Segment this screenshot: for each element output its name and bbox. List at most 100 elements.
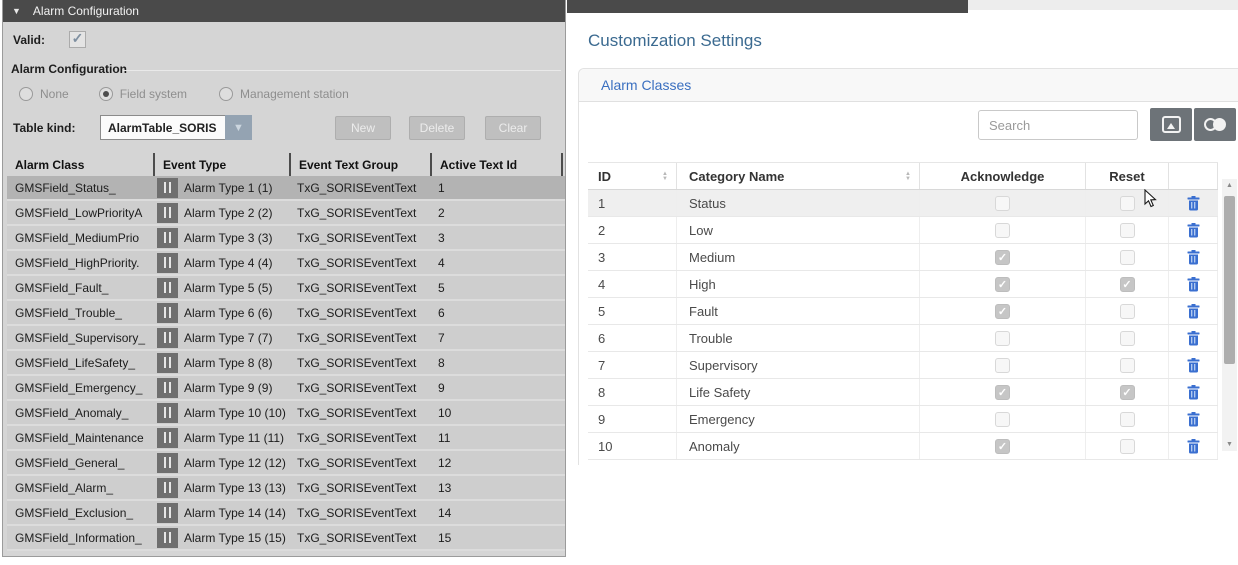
table-row[interactable]: 2 Low — [588, 217, 1218, 244]
reset-checkbox[interactable] — [1120, 385, 1135, 400]
edit-badge-icon[interactable] — [157, 253, 178, 273]
table-row[interactable]: GMSField_Supervisory_ Alarm Type 7 (7) T… — [7, 326, 565, 351]
edit-badge-icon[interactable] — [157, 503, 178, 523]
table-row[interactable]: GMSField_Status_ Alarm Type 1 (1) TxG_SO… — [7, 176, 565, 201]
table-row[interactable]: 10 Anomaly — [588, 433, 1218, 460]
search-input[interactable] — [978, 110, 1138, 140]
table-row[interactable]: 6 Trouble — [588, 325, 1218, 352]
column-header-alarm-class[interactable]: Alarm Class — [7, 153, 153, 176]
edit-badge-icon[interactable] — [157, 228, 178, 248]
radio-field-system[interactable]: Field system — [99, 87, 187, 101]
sort-icon[interactable]: ▲▼ — [662, 172, 668, 181]
sort-icon[interactable]: ▲▼ — [905, 172, 911, 181]
acknowledge-checkbox[interactable] — [995, 331, 1010, 346]
table-row[interactable]: 5 Fault — [588, 298, 1218, 325]
table-row[interactable]: GMSField_Emergency_ Alarm Type 9 (9) TxG… — [7, 376, 565, 401]
table-row[interactable]: GMSField_Information_ Alarm Type 15 (15)… — [7, 526, 565, 551]
delete-row-button[interactable] — [1185, 411, 1201, 427]
radio-none-circle[interactable] — [19, 87, 33, 101]
delete-row-button[interactable] — [1185, 303, 1201, 319]
column-header-active-text-id[interactable]: Active Text Id — [430, 153, 563, 176]
table-row[interactable]: GMSField_LowPriorityA Alarm Type 2 (2) T… — [7, 201, 565, 226]
column-header-acknowledge[interactable]: Acknowledge — [919, 163, 1085, 189]
radio-none[interactable]: None — [19, 87, 69, 101]
dropdown-arrow-button[interactable]: ▼ — [225, 115, 252, 140]
reset-checkbox[interactable] — [1120, 304, 1135, 319]
table-row[interactable]: GMSField_Trouble_ Alarm Type 6 (6) TxG_S… — [7, 301, 565, 326]
edit-badge-icon[interactable] — [157, 303, 178, 323]
acknowledge-checkbox[interactable] — [995, 439, 1010, 454]
radio-field-system-circle[interactable] — [99, 87, 113, 101]
edit-badge-icon[interactable] — [157, 353, 178, 373]
table-row[interactable]: GMSField_Maintenance Alarm Type 11 (11) … — [7, 426, 565, 451]
table-row[interactable]: GMSField_Exclusion_ Alarm Type 14 (14) T… — [7, 501, 565, 526]
reset-checkbox[interactable] — [1120, 277, 1135, 292]
delete-button[interactable]: Delete — [409, 116, 465, 140]
edit-badge-icon[interactable] — [157, 428, 178, 448]
column-header-event-type[interactable]: Event Type — [153, 153, 289, 176]
delete-row-button[interactable] — [1185, 330, 1201, 346]
toggle-view-button[interactable] — [1194, 108, 1236, 141]
scroll-down-icon[interactable]: ▼ — [1222, 441, 1237, 448]
table-row[interactable]: 3 Medium — [588, 244, 1218, 271]
table-row[interactable]: GMSField_General_ Alarm Type 12 (12) TxG… — [7, 451, 565, 476]
acknowledge-checkbox[interactable] — [995, 223, 1010, 238]
column-header-category-name[interactable]: Category Name ▲▼ — [676, 163, 919, 189]
delete-row-button[interactable] — [1185, 384, 1201, 400]
acknowledge-checkbox[interactable] — [995, 385, 1010, 400]
reset-checkbox[interactable] — [1120, 331, 1135, 346]
acknowledge-checkbox[interactable] — [995, 250, 1010, 265]
image-export-button[interactable] — [1150, 108, 1192, 141]
clear-button[interactable]: Clear — [485, 116, 541, 140]
delete-row-button[interactable] — [1185, 249, 1201, 265]
acknowledge-checkbox[interactable] — [995, 304, 1010, 319]
table-row[interactable]: GMSField_Anomaly_ Alarm Type 10 (10) TxG… — [7, 401, 565, 426]
delete-row-button[interactable] — [1185, 357, 1201, 373]
radio-management-station[interactable]: Management station — [219, 87, 349, 101]
acknowledge-checkbox[interactable] — [995, 412, 1010, 427]
edit-badge-icon[interactable] — [157, 378, 178, 398]
delete-row-button[interactable] — [1185, 438, 1201, 454]
edit-badge-icon[interactable] — [157, 328, 178, 348]
edit-badge-icon[interactable] — [157, 178, 178, 198]
edit-badge-icon[interactable] — [157, 478, 178, 498]
reset-checkbox[interactable] — [1120, 439, 1135, 454]
column-header-reset[interactable]: Reset — [1085, 163, 1168, 189]
edit-badge-icon[interactable] — [157, 528, 178, 548]
scrollbar-thumb[interactable] — [1224, 196, 1235, 364]
table-row[interactable]: GMSField_Alarm_ Alarm Type 13 (13) TxG_S… — [7, 476, 565, 501]
table-row[interactable]: 8 Life Safety — [588, 379, 1218, 406]
delete-row-button[interactable] — [1185, 222, 1201, 238]
table-row[interactable]: GMSField_Fault_ Alarm Type 5 (5) TxG_SOR… — [7, 276, 565, 301]
reset-checkbox[interactable] — [1120, 358, 1135, 373]
edit-badge-icon[interactable] — [157, 203, 178, 223]
acknowledge-checkbox[interactable] — [995, 277, 1010, 292]
table-row[interactable]: GMSField_HighPriority. Alarm Type 4 (4) … — [7, 251, 565, 276]
edit-badge-icon[interactable] — [157, 278, 178, 298]
valid-checkbox[interactable] — [69, 31, 86, 48]
vertical-scrollbar[interactable]: ▲ ▼ — [1222, 179, 1237, 451]
table-row[interactable]: 7 Supervisory — [588, 352, 1218, 379]
table-row[interactable]: 9 Emergency — [588, 406, 1218, 433]
reset-checkbox[interactable] — [1120, 223, 1135, 238]
column-header-event-text-group[interactable]: Event Text Group — [289, 153, 430, 176]
delete-row-button[interactable] — [1185, 276, 1201, 292]
table-kind-dropdown[interactable]: AlarmTable_SORIS — [100, 115, 225, 140]
new-button[interactable]: New — [335, 116, 391, 140]
scroll-up-icon[interactable]: ▲ — [1222, 182, 1237, 189]
collapse-icon[interactable]: ▼ — [12, 6, 21, 16]
table-row[interactable]: GMSField_MediumPrio Alarm Type 3 (3) TxG… — [7, 226, 565, 251]
tab-alarm-classes[interactable]: Alarm Classes — [601, 77, 691, 93]
table-row[interactable]: 4 High — [588, 271, 1218, 298]
reset-checkbox[interactable] — [1120, 412, 1135, 427]
acknowledge-checkbox[interactable] — [995, 196, 1010, 211]
table-row[interactable]: GMSField_LifeSafety_ Alarm Type 8 (8) Tx… — [7, 351, 565, 376]
acknowledge-checkbox[interactable] — [995, 358, 1010, 373]
delete-row-button[interactable] — [1185, 195, 1201, 211]
radio-management-station-circle[interactable] — [219, 87, 233, 101]
edit-badge-icon[interactable] — [157, 403, 178, 423]
reset-checkbox[interactable] — [1120, 250, 1135, 265]
panel-titlebar[interactable]: ▼ Alarm Configuration — [3, 0, 565, 22]
reset-checkbox[interactable] — [1120, 196, 1135, 211]
column-header-id[interactable]: ID ▲▼ — [588, 163, 676, 189]
